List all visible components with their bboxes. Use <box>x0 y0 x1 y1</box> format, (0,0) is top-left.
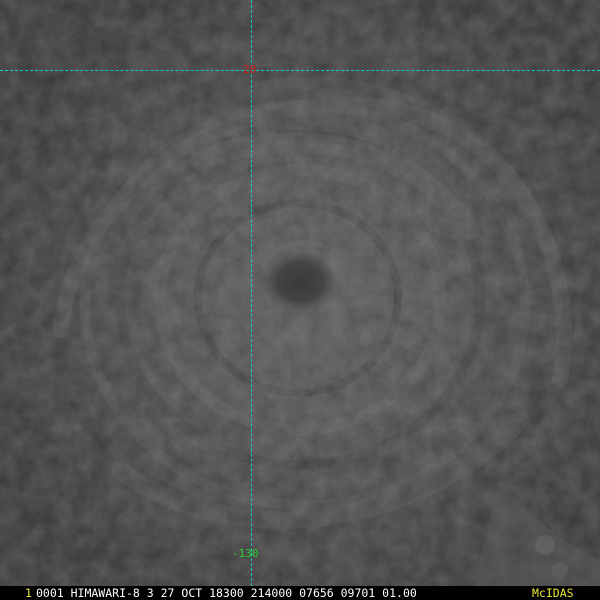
longitude-label: -130 <box>232 547 259 560</box>
frame-number: 1 <box>25 586 32 600</box>
mcidas-brand: McIDAS <box>532 586 574 600</box>
image-metadata-text: 0001 HIMAWARI-8 3 27 OCT 18300 214000 07… <box>36 586 417 600</box>
satellite-imagery <box>0 0 600 600</box>
longitude-grid-line <box>251 0 252 586</box>
latitude-label: 20 <box>243 63 257 76</box>
satellite-viewer: 20 -130 1 0001 HIMAWARI-8 3 27 OCT 18300… <box>0 0 600 600</box>
status-bar: 1 0001 HIMAWARI-8 3 27 OCT 18300 214000 … <box>0 586 600 600</box>
latitude-grid-line <box>0 70 600 71</box>
